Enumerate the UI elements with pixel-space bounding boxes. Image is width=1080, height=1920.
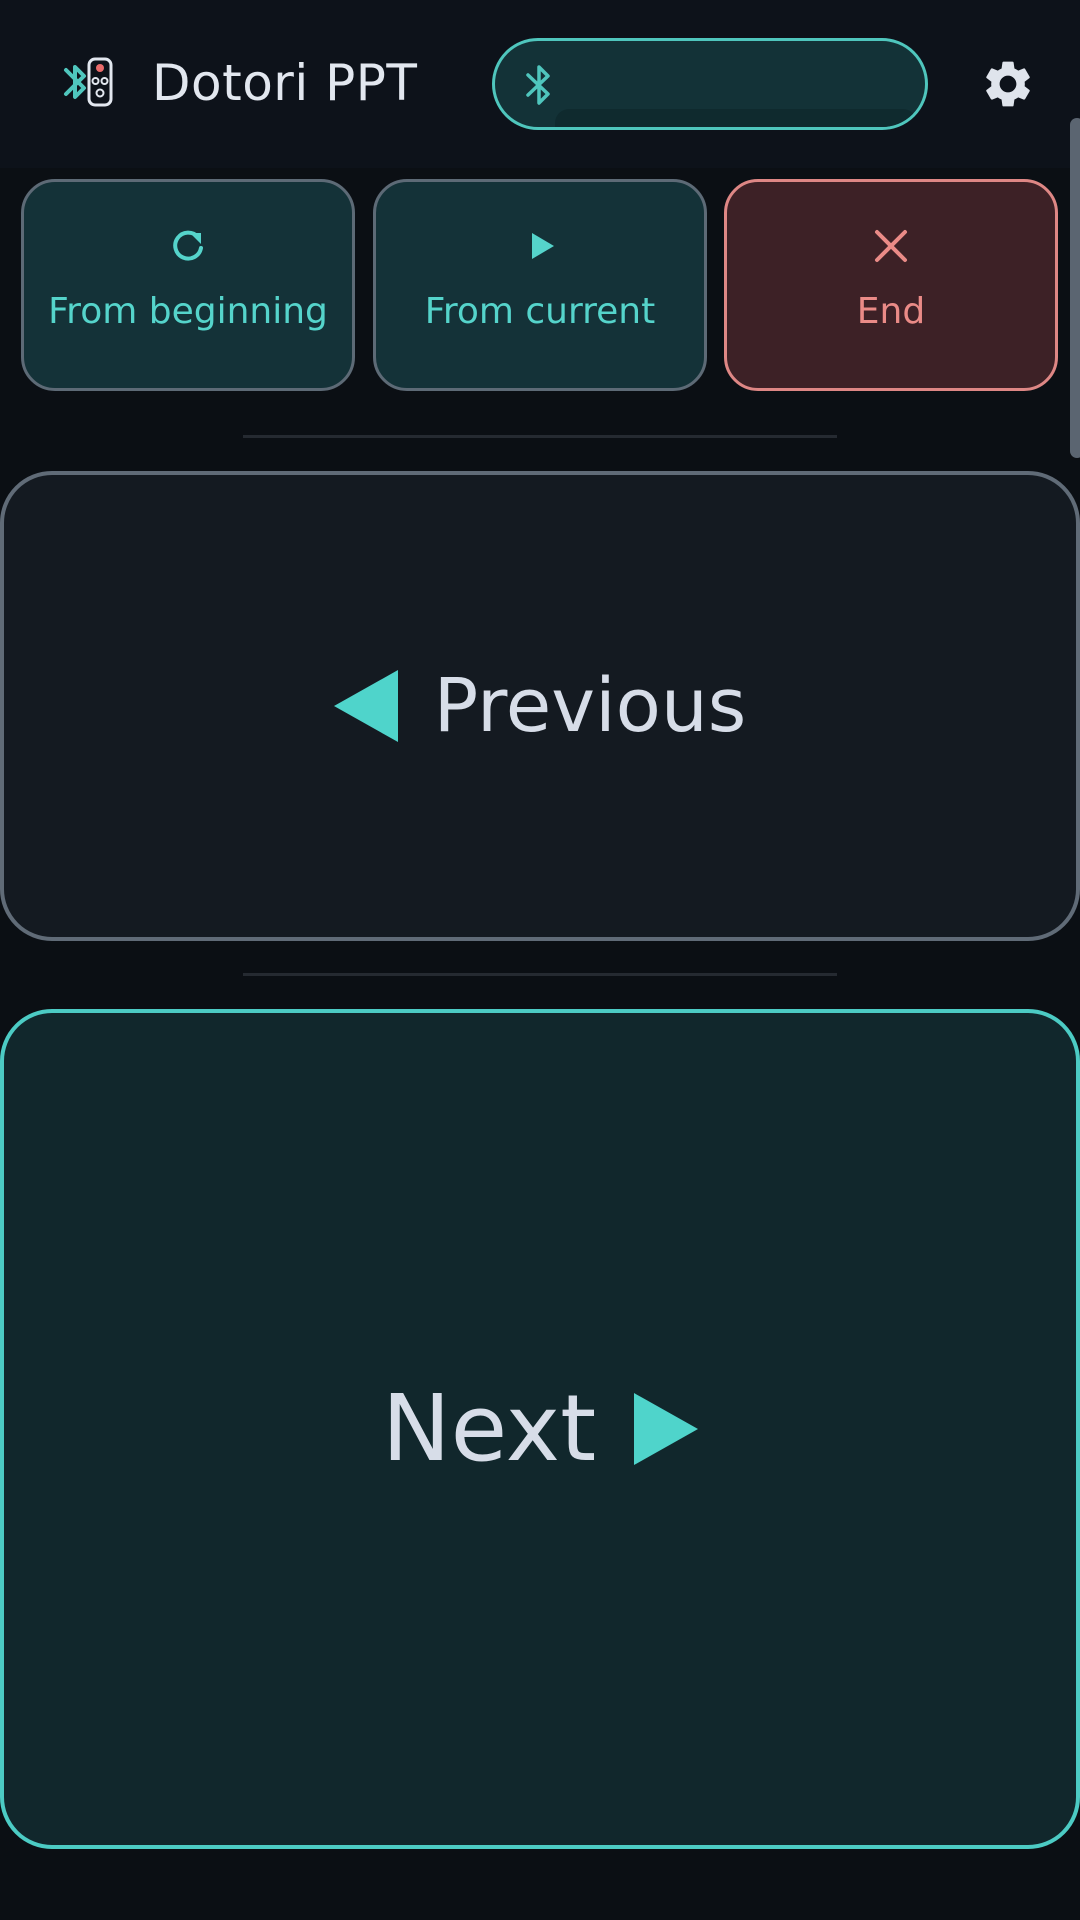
connection-progress-track — [555, 109, 917, 127]
divider — [243, 435, 837, 438]
gear-icon[interactable] — [980, 56, 1036, 112]
previous-label: Previous — [433, 663, 747, 749]
top-bar: Dotori PPT — [0, 0, 1080, 168]
bluetooth-icon — [526, 65, 550, 105]
app-screen: Dotori PPT From beginning From current E… — [0, 0, 1080, 1920]
scrollbar[interactable] — [1070, 118, 1080, 458]
from-beginning-label: From beginning — [48, 291, 328, 332]
start-from-beginning-button[interactable]: From beginning — [21, 179, 355, 391]
triangle-right-icon — [634, 1393, 699, 1465]
start-from-current-button[interactable]: From current — [373, 179, 707, 391]
end-label: End — [856, 291, 926, 332]
from-current-label: From current — [424, 291, 656, 332]
app-title: Dotori PPT — [152, 54, 418, 112]
play-icon — [532, 233, 554, 259]
next-label: Next — [381, 1375, 597, 1482]
refresh-icon — [173, 230, 203, 261]
close-icon — [875, 230, 907, 262]
bluetooth-remote-logo-icon — [64, 57, 113, 107]
triangle-left-icon — [333, 670, 398, 742]
previous-slide-content: Previous — [4, 475, 1076, 937]
previous-slide-button[interactable]: Previous — [0, 471, 1080, 941]
next-slide-button[interactable]: Next — [0, 1009, 1080, 1849]
end-presentation-button[interactable]: End — [724, 179, 1058, 391]
divider — [243, 973, 837, 976]
next-slide-content: Next — [4, 1013, 1076, 1845]
bluetooth-connection-button[interactable] — [492, 38, 928, 130]
